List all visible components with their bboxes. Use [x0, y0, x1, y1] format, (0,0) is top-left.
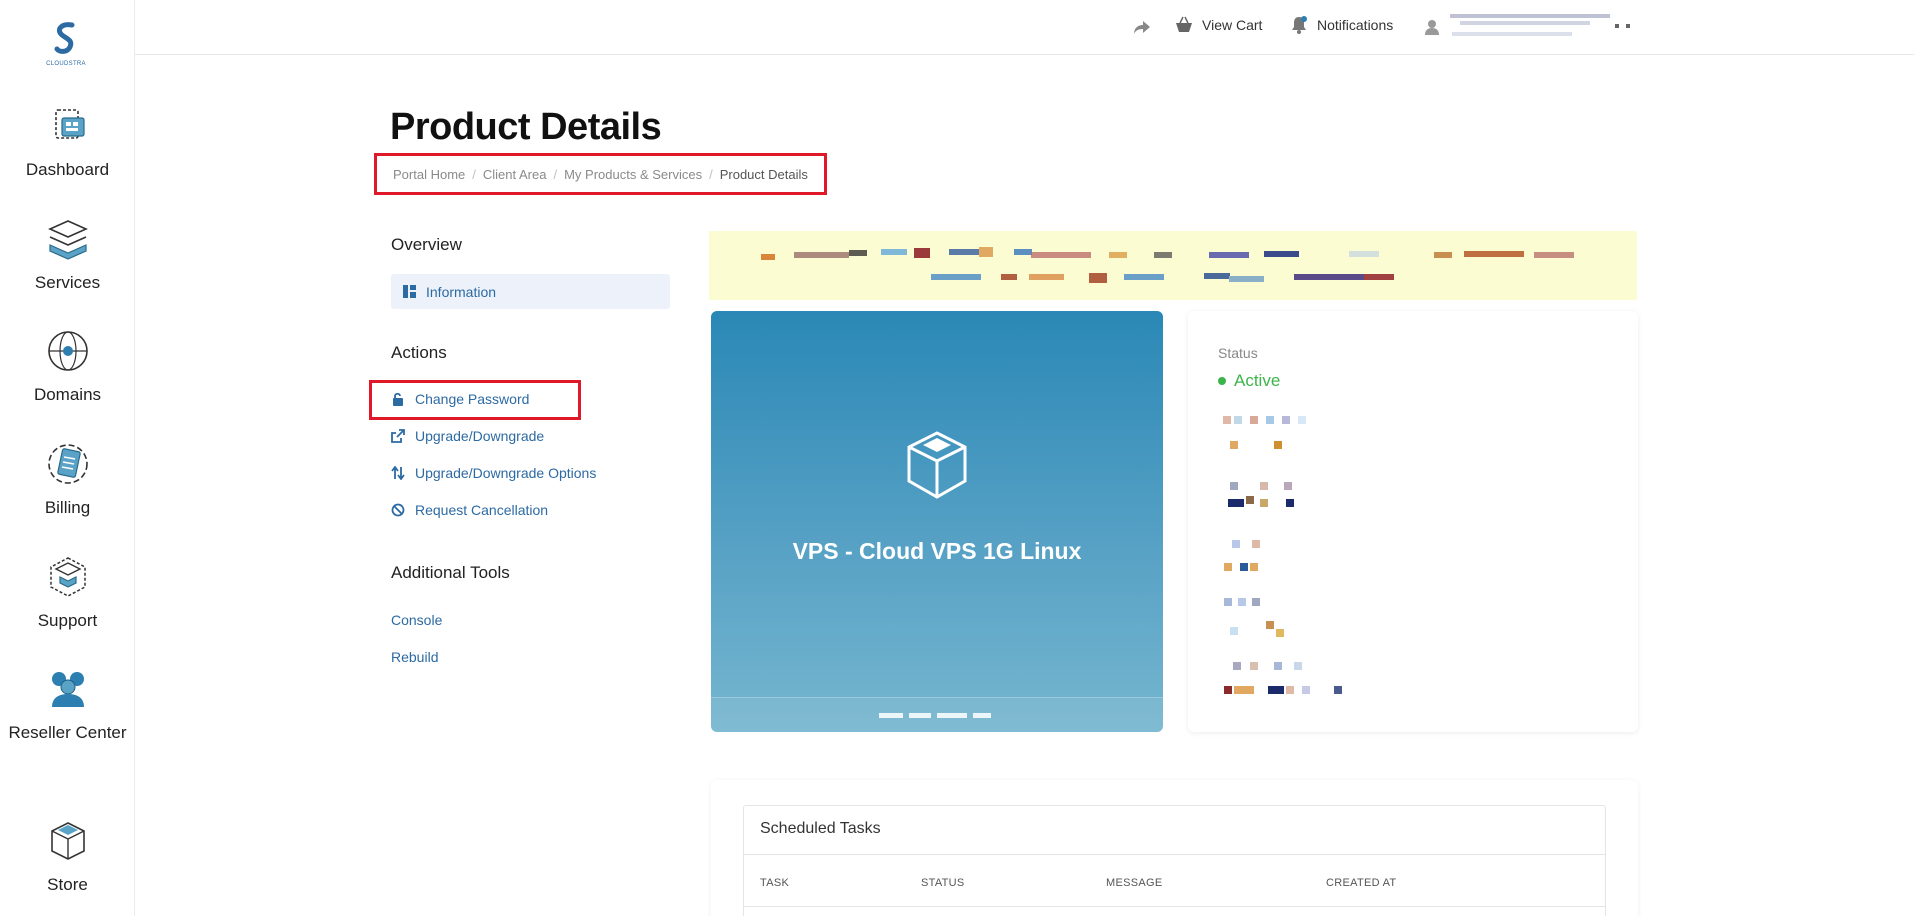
change-password-link[interactable]: Change Password — [391, 391, 529, 407]
users-icon — [51, 672, 84, 707]
sidebar-item-store[interactable]: Store — [0, 817, 135, 897]
information-link[interactable]: Information — [391, 274, 670, 309]
page-title: Product Details — [390, 106, 662, 148]
bell-icon — [1292, 16, 1307, 34]
top-bar: View Cart Notifications — [135, 0, 1914, 55]
divider — [744, 854, 1605, 855]
user-menu[interactable] — [1422, 17, 1442, 37]
column-header-task[interactable]: TASK — [760, 877, 789, 889]
product-box-icon — [907, 431, 967, 499]
request-cancellation-link[interactable]: Request Cancellation — [391, 502, 548, 518]
sidebar-item-label: Support — [37, 611, 98, 630]
product-name: VPS - Cloud VPS 1G Linux — [792, 538, 1082, 564]
services-icon — [47, 220, 88, 260]
sidebar-item-billing[interactable]: Billing — [0, 440, 135, 520]
billing-icon — [47, 444, 88, 484]
sidebar-item-label: Domains — [33, 385, 102, 404]
column-header-status[interactable]: STATUS — [921, 877, 965, 889]
scheduled-tasks-title: Scheduled Tasks — [760, 820, 881, 837]
request-cancellation-label: Request Cancellation — [415, 502, 549, 518]
overview-heading: Overview — [391, 235, 462, 254]
rebuild-link[interactable]: Rebuild — [391, 649, 438, 665]
upgrade-downgrade-options-link[interactable]: Upgrade/Downgrade Options — [391, 465, 596, 481]
breadcrumb-portal-home[interactable]: Portal Home — [393, 167, 465, 182]
status-card: Status Active — [1188, 311, 1638, 732]
notifications-link[interactable]: Notifications — [1289, 15, 1393, 35]
external-link-icon — [391, 429, 405, 443]
globe-icon — [47, 331, 88, 371]
view-cart-link[interactable]: View Cart — [1174, 15, 1262, 35]
breadcrumb-separator: / — [553, 166, 558, 182]
ban-icon — [391, 503, 405, 517]
share-button[interactable] — [1132, 17, 1152, 37]
sidebar-item-support[interactable]: Support — [0, 553, 135, 633]
logo-icon — [54, 22, 75, 54]
sidebar-item-label: Store — [47, 875, 88, 894]
share-arrow-icon — [1134, 21, 1150, 34]
support-icon — [49, 557, 86, 597]
info-alert — [709, 231, 1637, 300]
product-card: VPS - Cloud VPS 1G Linux — [711, 311, 1163, 732]
status-text: Active — [1234, 371, 1281, 390]
user-icon — [1425, 20, 1439, 35]
status-dot-icon — [1218, 377, 1226, 385]
sidebar-item-label: Reseller Center — [8, 723, 127, 742]
column-header-message[interactable]: MESSAGE — [1106, 877, 1163, 889]
sidebar-item-services[interactable]: Services — [0, 215, 135, 295]
information-label: Information — [426, 283, 497, 300]
change-password-label: Change Password — [415, 391, 530, 407]
scheduled-tasks-panel: Scheduled Tasks TASK STATUS MESSAGE CREA… — [743, 805, 1606, 916]
breadcrumb: Portal Home / Client Area / My Products … — [374, 153, 827, 195]
sidebar-item-dashboard[interactable]: Dashboard — [0, 102, 135, 182]
cart-basket-icon — [1176, 16, 1192, 32]
status-value: Active — [1218, 371, 1280, 391]
console-link[interactable]: Console — [391, 612, 442, 628]
blurred-user-name — [1450, 10, 1650, 42]
brand-logo[interactable]: CLOUDSTRA — [41, 22, 91, 67]
product-footer-redacted — [711, 697, 1163, 732]
breadcrumb-separator: / — [709, 166, 713, 182]
breadcrumb-my-products[interactable]: My Products & Services — [564, 167, 702, 182]
breadcrumb-client-area[interactable]: Client Area — [483, 167, 547, 182]
divider — [744, 906, 1605, 907]
dashboard-grid-icon — [403, 285, 416, 298]
sidebar-item-reseller-center[interactable]: Reseller Center — [0, 665, 135, 745]
sidebar-item-label: Services — [34, 273, 101, 292]
upgrade-downgrade-label: Upgrade/Downgrade — [415, 428, 545, 444]
sidebar-item-label: Dashboard — [25, 160, 110, 179]
breadcrumb-current: Product Details — [719, 166, 808, 182]
breadcrumb-separator: / — [472, 166, 476, 182]
unlock-icon — [393, 392, 403, 406]
notifications-label: Notifications — [1317, 17, 1394, 33]
upgrade-downgrade-link[interactable]: Upgrade/Downgrade — [391, 428, 544, 444]
status-label: Status — [1218, 345, 1258, 361]
upgrade-downgrade-options-label: Upgrade/Downgrade Options — [415, 465, 597, 481]
store-box-icon — [50, 822, 85, 860]
sidebar-item-domains[interactable]: Domains — [0, 327, 135, 407]
view-cart-label: View Cart — [1202, 17, 1263, 33]
scheduled-tasks-card: Scheduled Tasks TASK STATUS MESSAGE CREA… — [711, 780, 1638, 916]
sidebar-item-label: Billing — [44, 498, 91, 517]
column-header-created-at[interactable]: CREATED AT — [1326, 877, 1396, 889]
actions-heading: Actions — [391, 343, 447, 362]
dashboard-icon — [54, 109, 85, 139]
arrows-up-down-icon — [391, 466, 405, 480]
additional-tools-heading: Additional Tools — [391, 563, 510, 582]
left-sidebar: CLOUDSTRA Dashboard Services Domains Bil… — [0, 0, 135, 916]
